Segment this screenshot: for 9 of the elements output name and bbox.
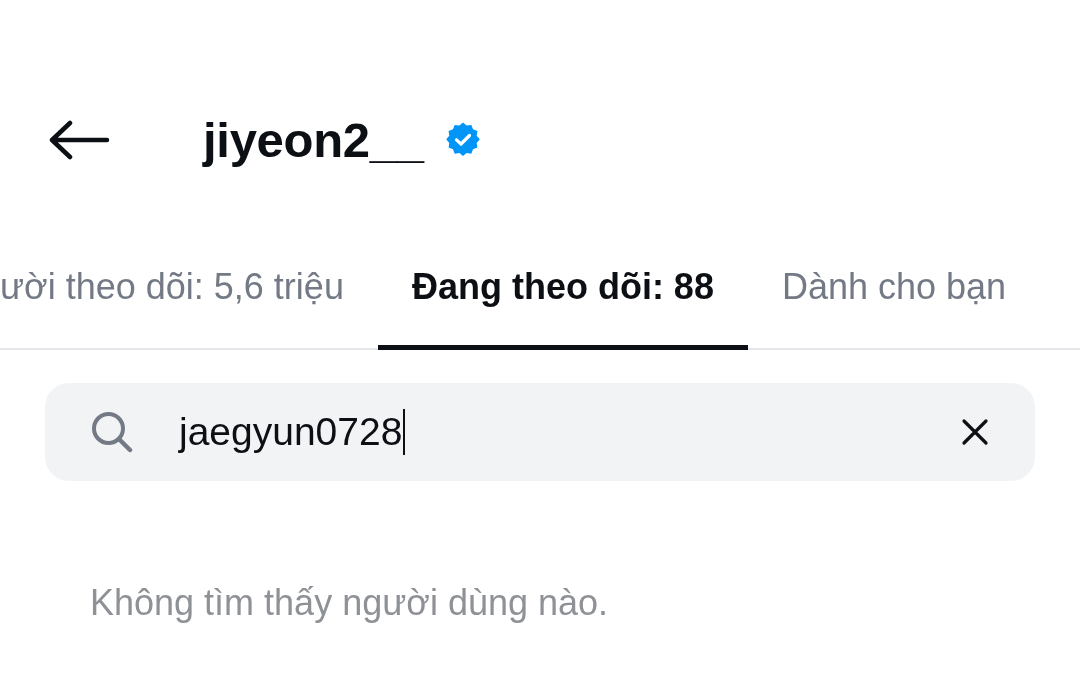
search-icon (91, 411, 133, 453)
tab[interactable]: Dành cho bạn (747, 250, 1041, 350)
tab[interactable]: Đang theo dõi: 88 (377, 250, 748, 350)
close-icon[interactable] (961, 418, 989, 446)
back-arrow-icon[interactable] (48, 120, 110, 160)
search-input[interactable]: jaegyun0728 (179, 409, 406, 455)
tab[interactable]: ười theo dõi: 5,6 triệu (0, 250, 378, 350)
profile-username: jiyeon2__ (203, 112, 424, 169)
empty-result-message: Không tìm thấy người dùng nào. (89, 581, 610, 625)
